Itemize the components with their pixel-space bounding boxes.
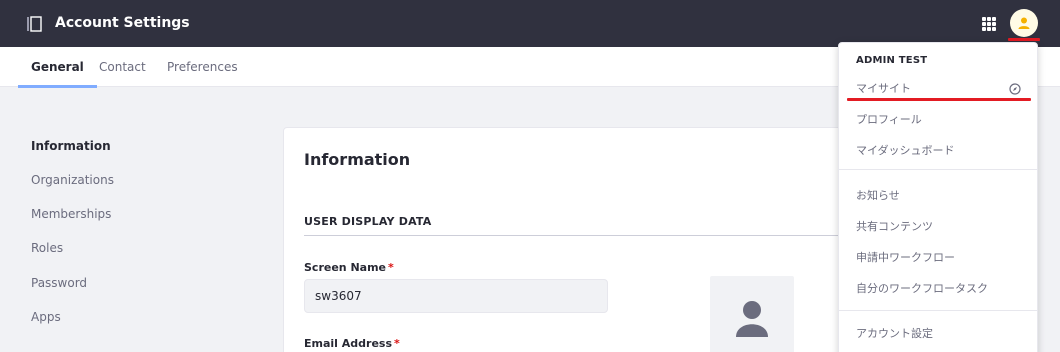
user-menu-header: ADMIN TEST (856, 55, 928, 66)
sidebar-item-roles[interactable]: Roles (31, 240, 63, 256)
menu-item-my-dashboard[interactable]: マイダッシュボード (856, 144, 955, 158)
product-menu-icon[interactable] (26, 16, 42, 32)
tab-preferences[interactable]: Preferences (167, 47, 238, 87)
sidebar-item-information[interactable]: Information (31, 138, 111, 154)
required-marker: * (388, 261, 394, 274)
information-card: Information USER DISPLAY DATA Screen Nam… (283, 127, 863, 352)
menu-highlight-mark (847, 98, 1031, 101)
menu-item-my-sites[interactable]: マイサイト (856, 82, 911, 96)
user-dropdown-menu: ADMIN TEST マイサイト プロフィール マイダッシュボード お知らせ 共… (838, 42, 1038, 352)
menu-item-notifications[interactable]: お知らせ (856, 189, 900, 203)
sidebar-item-password[interactable]: Password (31, 275, 87, 291)
sidebar-item-apps[interactable]: Apps (31, 309, 61, 325)
tab-general[interactable]: General (18, 47, 97, 88)
screen-name-label: Screen Name * (304, 261, 394, 274)
card-title: Information (304, 150, 411, 169)
top-bar: Account Settings (0, 0, 1060, 47)
sidebar-item-organizations[interactable]: Organizations (31, 172, 114, 188)
menu-divider (839, 310, 1037, 311)
compass-icon (1009, 83, 1021, 95)
apps-grid-icon[interactable] (982, 17, 996, 31)
user-avatar-icon (1018, 17, 1030, 29)
avatar-highlight-mark (1008, 38, 1040, 41)
screen-name-input[interactable]: sw3607 (304, 279, 608, 313)
email-label-text: Email Address (304, 337, 393, 350)
required-marker: * (394, 337, 400, 350)
tab-contact[interactable]: Contact (99, 47, 146, 87)
menu-item-my-workflow-tasks[interactable]: 自分のワークフロータスク (856, 282, 988, 296)
screen-name-label-text: Screen Name (304, 261, 387, 274)
user-portrait[interactable] (710, 276, 794, 352)
menu-item-profile[interactable]: プロフィール (856, 113, 922, 127)
sidebar-item-memberships[interactable]: Memberships (31, 206, 111, 222)
page-title: Account Settings (55, 15, 190, 31)
menu-item-pending-workflows[interactable]: 申請中ワークフロー (856, 251, 955, 265)
menu-divider (839, 169, 1037, 170)
user-avatar-button[interactable] (1010, 9, 1038, 37)
user-silhouette-icon (736, 301, 768, 337)
section-divider (304, 235, 844, 236)
section-title: USER DISPLAY DATA (304, 215, 432, 228)
menu-item-shared-content[interactable]: 共有コンテンツ (856, 220, 933, 234)
email-label: Email Address * (304, 337, 400, 350)
menu-item-account-settings[interactable]: アカウント設定 (856, 327, 933, 341)
